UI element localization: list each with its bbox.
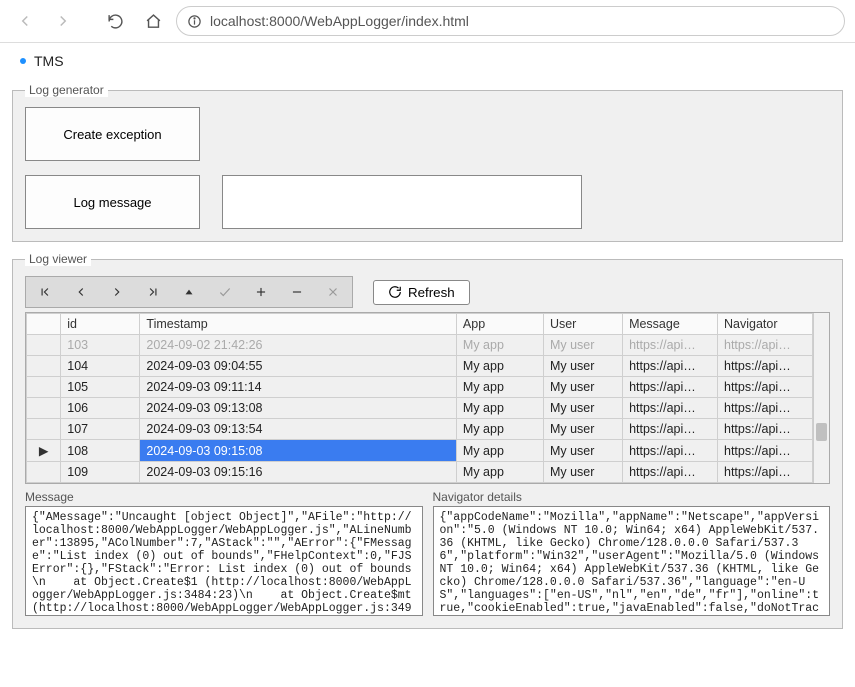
refresh-button[interactable]: Refresh [373, 280, 470, 305]
cell-timestamp[interactable]: 2024-09-03 09:13:08 [140, 398, 457, 419]
next-icon[interactable] [108, 283, 126, 301]
table-row[interactable]: 1032024-09-02 21:42:26My appMy userhttps… [27, 335, 813, 356]
cell-id[interactable]: 105 [61, 377, 140, 398]
cell-timestamp[interactable]: 2024-09-03 09:04:55 [140, 356, 457, 377]
cell-id[interactable]: 103 [61, 335, 140, 356]
home-icon[interactable] [138, 6, 168, 36]
cell-message[interactable]: https://api… [623, 462, 718, 483]
app-dot-icon [20, 58, 26, 64]
log-generator-legend: Log generator [25, 83, 108, 97]
minus-icon[interactable] [288, 283, 306, 301]
cell-message[interactable]: https://api… [623, 356, 718, 377]
log-grid[interactable]: id Timestamp App User Message Navigator … [26, 313, 813, 483]
navigator-detail-box[interactable]: {"appCodeName":"Mozilla","appName":"Nets… [433, 506, 831, 616]
navigator-detail-label: Navigator details [433, 490, 831, 504]
cell-user[interactable]: My user [543, 398, 622, 419]
cell-message[interactable]: https://api… [623, 398, 718, 419]
cell-user[interactable]: My user [543, 335, 622, 356]
cell-navigator[interactable]: https://api… [718, 398, 813, 419]
log-viewer-panel: Log viewer Refresh [12, 252, 843, 629]
message-detail-box[interactable]: {"AMessage":"Uncaught [object Object]","… [25, 506, 423, 616]
cell-timestamp[interactable]: 2024-09-03 09:15:16 [140, 462, 457, 483]
cell-app[interactable]: My app [456, 440, 543, 462]
refresh-label: Refresh [408, 285, 455, 300]
create-exception-button[interactable]: Create exception [25, 107, 200, 161]
row-indicator[interactable] [27, 398, 61, 419]
caret-up-icon[interactable] [180, 283, 198, 301]
cell-id[interactable]: 104 [61, 356, 140, 377]
url-text: localhost:8000/WebAppLogger/index.html [210, 13, 469, 29]
cell-id[interactable]: 106 [61, 398, 140, 419]
col-message[interactable]: Message [623, 314, 718, 335]
back-icon[interactable] [10, 6, 40, 36]
row-indicator[interactable] [27, 419, 61, 440]
cell-user[interactable]: My user [543, 356, 622, 377]
grid-toolbar [25, 276, 353, 308]
url-bar[interactable]: localhost:8000/WebAppLogger/index.html [176, 6, 845, 36]
table-row[interactable]: 1062024-09-03 09:13:08My appMy userhttps… [27, 398, 813, 419]
cell-navigator[interactable]: https://api… [718, 419, 813, 440]
close-icon[interactable] [324, 283, 342, 301]
cell-id[interactable]: 107 [61, 419, 140, 440]
table-row[interactable]: 1072024-09-03 09:13:54My appMy userhttps… [27, 419, 813, 440]
col-timestamp[interactable]: Timestamp [140, 314, 457, 335]
cell-message[interactable]: https://api… [623, 419, 718, 440]
log-generator-panel: Log generator Create exception Log messa… [12, 83, 843, 242]
cell-id[interactable]: 108 [61, 440, 140, 462]
first-icon[interactable] [36, 283, 54, 301]
row-indicator[interactable] [27, 377, 61, 398]
cell-app[interactable]: My app [456, 462, 543, 483]
prev-icon[interactable] [72, 283, 90, 301]
row-indicator[interactable]: ▶ [27, 440, 61, 462]
scrollbar-thumb[interactable] [816, 423, 827, 441]
col-app[interactable]: App [456, 314, 543, 335]
cell-user[interactable]: My user [543, 419, 622, 440]
col-user[interactable]: User [543, 314, 622, 335]
cell-app[interactable]: My app [456, 335, 543, 356]
cell-navigator[interactable]: https://api… [718, 377, 813, 398]
cell-message[interactable]: https://api… [623, 440, 718, 462]
col-navigator[interactable]: Navigator [718, 314, 813, 335]
grid-scrollbar[interactable] [813, 313, 829, 483]
log-message-button[interactable]: Log message [25, 175, 200, 229]
reload-icon[interactable] [100, 6, 130, 36]
cell-user[interactable]: My user [543, 377, 622, 398]
log-message-input[interactable] [222, 175, 582, 229]
cell-app[interactable]: My app [456, 356, 543, 377]
table-row[interactable]: ▶1082024-09-03 09:15:08My appMy userhttp… [27, 440, 813, 462]
col-indicator [27, 314, 61, 335]
info-icon [187, 14, 202, 29]
refresh-icon [388, 285, 402, 299]
cell-timestamp[interactable]: 2024-09-03 09:11:14 [140, 377, 457, 398]
cell-user[interactable]: My user [543, 462, 622, 483]
cell-timestamp[interactable]: 2024-09-03 09:15:08 [140, 440, 457, 462]
cell-navigator[interactable]: https://api… [718, 335, 813, 356]
cell-user[interactable]: My user [543, 440, 622, 462]
cell-id[interactable]: 109 [61, 462, 140, 483]
cell-timestamp[interactable]: 2024-09-03 09:13:54 [140, 419, 457, 440]
forward-icon[interactable] [48, 6, 78, 36]
cell-timestamp[interactable]: 2024-09-02 21:42:26 [140, 335, 457, 356]
row-indicator[interactable] [27, 335, 61, 356]
cell-navigator[interactable]: https://api… [718, 440, 813, 462]
plus-icon[interactable] [252, 283, 270, 301]
cell-app[interactable]: My app [456, 419, 543, 440]
row-indicator[interactable] [27, 462, 61, 483]
cell-message[interactable]: https://api… [623, 377, 718, 398]
cell-app[interactable]: My app [456, 398, 543, 419]
table-row[interactable]: 1052024-09-03 09:11:14My appMy userhttps… [27, 377, 813, 398]
cell-navigator[interactable]: https://api… [718, 356, 813, 377]
log-viewer-legend: Log viewer [25, 252, 91, 266]
cell-message[interactable]: https://api… [623, 335, 718, 356]
app-title: TMS [34, 53, 64, 69]
col-id[interactable]: id [61, 314, 140, 335]
check-icon[interactable] [216, 283, 234, 301]
cell-navigator[interactable]: https://api… [718, 462, 813, 483]
table-row[interactable]: 1092024-09-03 09:15:16My appMy userhttps… [27, 462, 813, 483]
cell-app[interactable]: My app [456, 377, 543, 398]
message-detail-label: Message [25, 490, 423, 504]
table-row[interactable]: 1042024-09-03 09:04:55My appMy userhttps… [27, 356, 813, 377]
last-icon[interactable] [144, 283, 162, 301]
row-indicator[interactable] [27, 356, 61, 377]
